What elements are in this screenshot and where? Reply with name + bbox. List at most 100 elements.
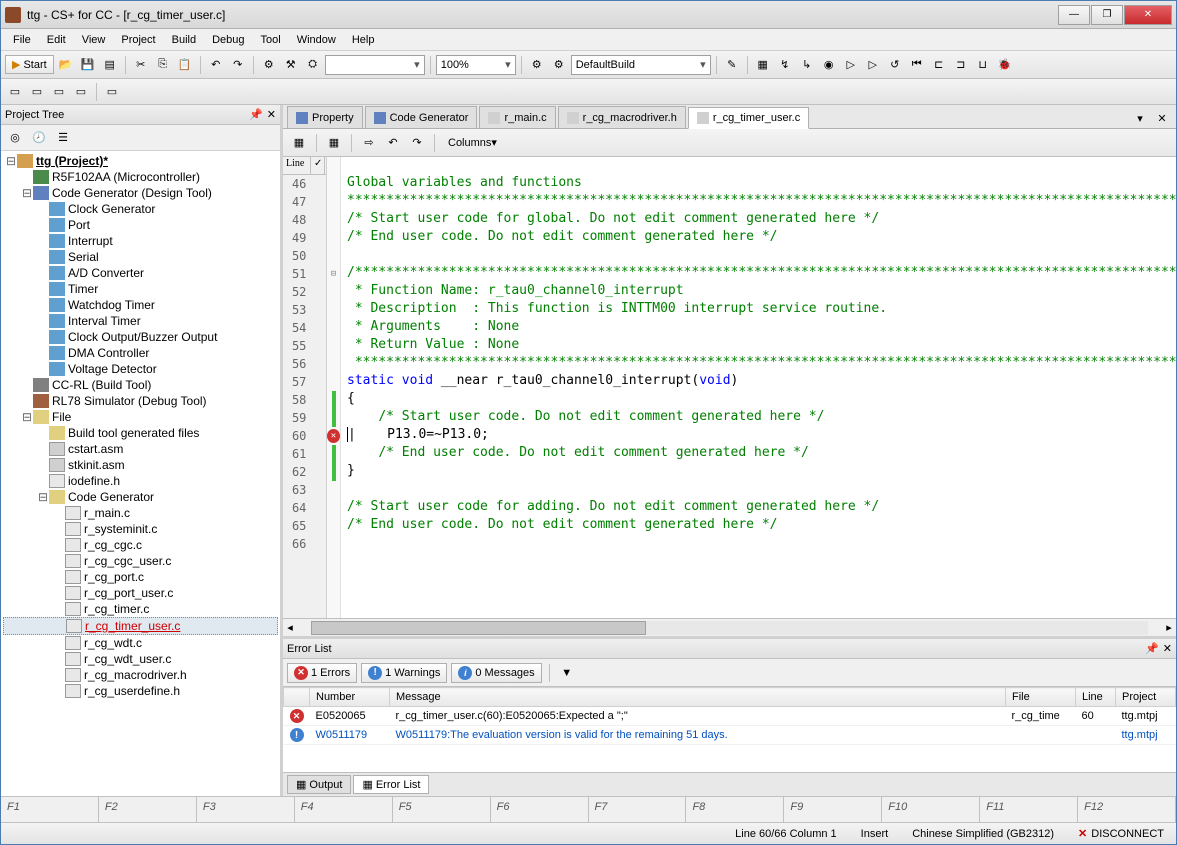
tree-item[interactable]: r_cg_port.c xyxy=(3,569,278,585)
tool1-icon[interactable]: ✎ xyxy=(722,55,742,75)
tree-item[interactable]: r_cg_timer.c xyxy=(3,601,278,617)
error-row[interactable]: ✕E0520065r_cg_timer_user.c(60):E0520065:… xyxy=(284,707,1176,726)
tree-item[interactable]: Voltage Detector xyxy=(3,361,278,377)
code-text[interactable]: Global variables and functions**********… xyxy=(341,157,1176,618)
code-line[interactable]: | P13.0=~P13.0; xyxy=(341,427,1176,445)
tree-item[interactable]: r_cg_cgc_user.c xyxy=(3,553,278,569)
tree-tb2-icon[interactable]: 🕗 xyxy=(29,128,49,148)
fold-marker[interactable] xyxy=(327,211,340,229)
fold-marker[interactable] xyxy=(327,355,340,373)
debug2-icon[interactable]: ↯ xyxy=(775,55,795,75)
fkey-f7[interactable]: F7 xyxy=(589,797,687,822)
editor-tab[interactable]: r_cg_timer_user.c xyxy=(688,107,809,129)
error-col-header[interactable] xyxy=(284,688,310,707)
code-line[interactable]: /* End user code. Do not edit comment ge… xyxy=(341,229,1176,247)
tree-item[interactable]: Interrupt xyxy=(3,233,278,249)
tree-item[interactable]: r_main.c xyxy=(3,505,278,521)
fold-marker[interactable] xyxy=(327,481,340,499)
tree-item[interactable]: Interval Timer xyxy=(3,313,278,329)
tree-item[interactable]: r_systeminit.c xyxy=(3,521,278,537)
fold-marker[interactable]: ⊟ xyxy=(327,265,340,283)
tree-tb3-icon[interactable]: ☰ xyxy=(53,128,73,148)
fold-marker[interactable] xyxy=(327,175,340,193)
start-button[interactable]: ▶Start xyxy=(5,55,54,74)
tree-item[interactable]: Port xyxy=(3,217,278,233)
tree-item[interactable]: r_cg_port_user.c xyxy=(3,585,278,601)
build3-icon[interactable]: ⛭ xyxy=(303,55,323,75)
tree-item[interactable]: r_cg_wdt.c xyxy=(3,635,278,651)
fkey-f4[interactable]: F4 xyxy=(295,797,393,822)
error-col-header[interactable]: Line xyxy=(1076,688,1116,707)
config2-icon[interactable]: ⚙ xyxy=(549,55,569,75)
fold-marker[interactable] xyxy=(327,463,340,481)
tree-item[interactable]: Watchdog Timer xyxy=(3,297,278,313)
fkey-f10[interactable]: F10 xyxy=(882,797,980,822)
tree-item[interactable]: cstart.asm xyxy=(3,441,278,457)
fkey-f3[interactable]: F3 xyxy=(197,797,295,822)
code-line[interactable]: ****************************************… xyxy=(341,193,1176,211)
fkey-f12[interactable]: F12 xyxy=(1078,797,1176,822)
tree-toggle-icon[interactable]: ⊟ xyxy=(21,186,33,200)
fkey-f9[interactable]: F9 xyxy=(784,797,882,822)
config-icon[interactable]: ⚙ xyxy=(527,55,547,75)
stop-icon[interactable]: ◉ xyxy=(819,55,839,75)
et1-icon[interactable]: ▦ xyxy=(289,133,309,153)
saveall-icon[interactable]: ▤ xyxy=(100,55,120,75)
target-combo[interactable] xyxy=(325,55,425,75)
bug-icon[interactable]: 🐞 xyxy=(995,55,1015,75)
tree-item[interactable]: r_cg_userdefine.h xyxy=(3,683,278,699)
fold-marker[interactable] xyxy=(327,229,340,247)
maximize-button[interactable]: ❐ xyxy=(1091,5,1123,25)
fold-marker[interactable] xyxy=(327,247,340,265)
fold-marker[interactable] xyxy=(327,445,340,463)
tree-item[interactable]: Timer xyxy=(3,281,278,297)
code-line[interactable] xyxy=(341,247,1176,265)
code-line[interactable]: { xyxy=(341,391,1176,409)
editor-tab[interactable]: r_cg_macrodriver.h xyxy=(558,106,686,128)
paste-icon[interactable]: 📋 xyxy=(175,55,195,75)
fkey-f6[interactable]: F6 xyxy=(491,797,589,822)
fold-marker[interactable] xyxy=(327,535,340,553)
editor-tab[interactable]: r_main.c xyxy=(479,106,555,128)
fold-marker[interactable] xyxy=(327,283,340,301)
fkey-f8[interactable]: F8 xyxy=(686,797,784,822)
menu-tool[interactable]: Tool xyxy=(253,31,289,49)
tree-item[interactable]: Clock Generator xyxy=(3,201,278,217)
fold-marker[interactable] xyxy=(327,499,340,517)
rebuild-icon[interactable]: ⚒ xyxy=(281,55,301,75)
panel-close-icon[interactable]: ✕ xyxy=(267,108,276,121)
editor-tab[interactable]: Code Generator xyxy=(365,106,478,128)
fkey-f11[interactable]: F11 xyxy=(980,797,1078,822)
tree-item[interactable]: Clock Output/Buzzer Output xyxy=(3,329,278,345)
code-line[interactable]: /* Start user code for global. Do not ed… xyxy=(341,211,1176,229)
tree-item[interactable]: R5F102AA (Microcontroller) xyxy=(3,169,278,185)
tree-item[interactable]: A/D Converter xyxy=(3,265,278,281)
tree-item[interactable]: ⊟File xyxy=(3,409,278,425)
copy-icon[interactable]: ⎘ xyxy=(153,55,173,75)
build-config-combo[interactable]: DefaultBuild xyxy=(571,55,711,75)
code-line[interactable]: * Arguments : None xyxy=(341,319,1176,337)
warnings-filter-button[interactable]: !1 Warnings xyxy=(361,663,447,683)
tree-item[interactable]: ⊟ttg (Project)* xyxy=(3,153,278,169)
menu-help[interactable]: Help xyxy=(344,31,383,49)
fkey-f1[interactable]: F1 xyxy=(1,797,99,822)
reset-icon[interactable]: ↺ xyxy=(885,55,905,75)
tree-item[interactable]: Build tool generated files xyxy=(3,425,278,441)
tree-item[interactable]: iodefine.h xyxy=(3,473,278,489)
tree-item[interactable]: ⊟Code Generator (Design Tool) xyxy=(3,185,278,201)
et2-icon[interactable]: ▦ xyxy=(324,133,344,153)
tree-item[interactable]: CC-RL (Build Tool) xyxy=(3,377,278,393)
step3-icon[interactable]: ⊔ xyxy=(973,55,993,75)
messages-filter-button[interactable]: i0 Messages xyxy=(451,663,541,683)
fold-marker[interactable] xyxy=(327,517,340,535)
code-line[interactable]: ****************************************… xyxy=(341,355,1176,373)
fkey-f2[interactable]: F2 xyxy=(99,797,197,822)
code-line[interactable]: * Function Name: r_tau0_channel0_interru… xyxy=(341,283,1176,301)
code-line[interactable]: /* Start user code. Do not edit comment … xyxy=(341,409,1176,427)
fold-marker[interactable] xyxy=(327,409,340,427)
step2-icon[interactable]: ⊐ xyxy=(951,55,971,75)
play2-icon[interactable]: ▷ xyxy=(863,55,883,75)
tree-item[interactable]: stkinit.asm xyxy=(3,457,278,473)
code-line[interactable]: static void __near r_tau0_channel0_inter… xyxy=(341,373,1176,391)
win5-icon[interactable]: ▭ xyxy=(102,82,122,102)
